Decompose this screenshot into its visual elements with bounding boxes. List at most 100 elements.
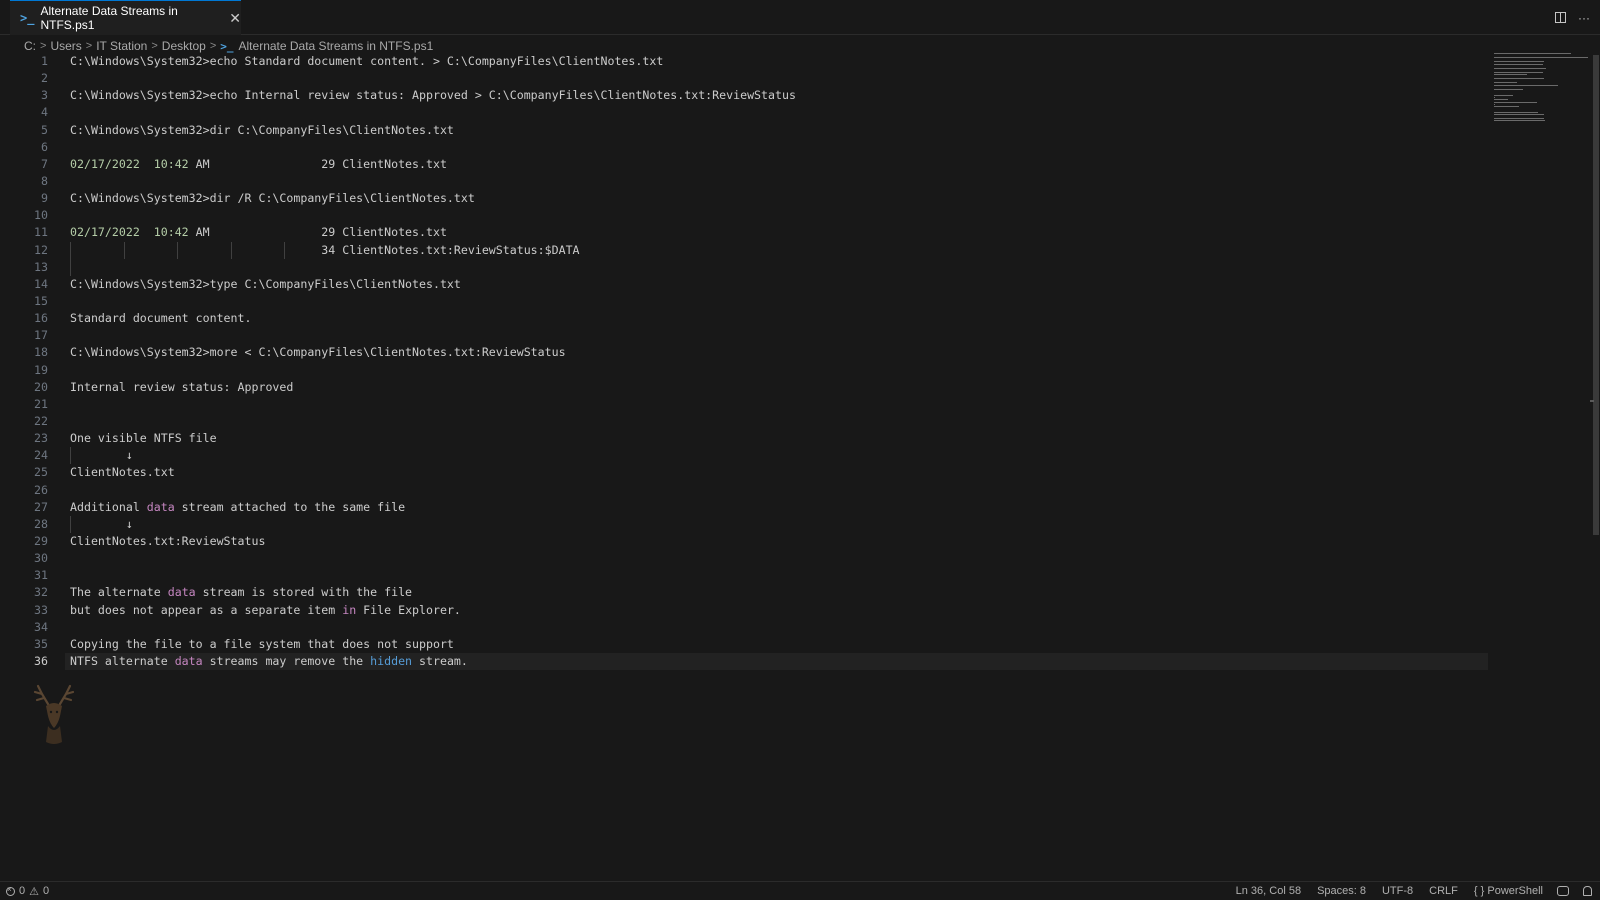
problems-indicator[interactable]: 0 ⚠ 0 xyxy=(6,882,49,900)
code-token: ↓ xyxy=(70,516,133,531)
code-line[interactable]: 19 xyxy=(0,362,1488,379)
code-line[interactable]: 6 xyxy=(0,139,1488,156)
line-number: 5 xyxy=(41,122,48,137)
code-token: C:\Windows\System32>more < C:\CompanyFil… xyxy=(70,345,566,360)
code-token: C:\Windows\System32>echo Internal review… xyxy=(70,88,796,103)
code-text: ClientNotes.txt:ReviewStatus xyxy=(70,533,265,550)
chevron-right-icon: > xyxy=(40,40,47,52)
code-line[interactable]: 14 C:\Windows\System32>type C:\CompanyFil… xyxy=(0,276,1488,293)
code-line[interactable]: 12 34 ClientNotes.txt:ReviewStatus:$DATA xyxy=(0,241,1488,259)
line-number: 20 xyxy=(34,379,48,394)
breadcrumb-desktop[interactable]: Desktop xyxy=(162,39,206,53)
line-number: 10 xyxy=(34,208,48,223)
code-line[interactable]: 7 02/17/2022 10:42 AM 29 ClientNotes.txt xyxy=(0,156,1488,173)
code-line[interactable]: 32 The alternate data stream is stored wi… xyxy=(0,584,1488,601)
code-token: Additional xyxy=(70,499,147,514)
code-line[interactable]: 26 xyxy=(0,482,1488,499)
breadcrumb-users[interactable]: Users xyxy=(50,39,81,53)
code-line[interactable]: 24 ↓ xyxy=(0,447,1488,465)
code-line[interactable]: 33 but does not appear as a separate item… xyxy=(0,602,1488,619)
code-editor[interactable]: 1 C:\Windows\System32>echo Standard docum… xyxy=(0,53,1488,671)
code-token: File Explorer. xyxy=(356,602,461,617)
code-token: AM 29 ClientNotes.txt xyxy=(188,156,447,171)
line-number: 24 xyxy=(34,448,48,463)
code-line[interactable]: 2 xyxy=(0,70,1488,87)
code-line[interactable]: 35 Copying the file to a file system that… xyxy=(0,636,1488,653)
code-line[interactable]: 22 xyxy=(0,413,1488,430)
breadcrumb-user[interactable]: IT Station xyxy=(96,39,147,53)
code-line[interactable]: 5 C:\Windows\System32>dir C:\CompanyFiles… xyxy=(0,122,1488,139)
minimap-line xyxy=(1494,113,1545,115)
status-bar: 0 ⚠ 0 Ln 36, Col 58 Spaces: 8 UTF-8 CRLF… xyxy=(0,881,1600,900)
code-line[interactable]: 30 xyxy=(0,550,1488,567)
more-actions-icon[interactable]: ··· xyxy=(1578,11,1590,25)
code-text: 34 ClientNotes.txt:ReviewStatus:$DATA xyxy=(70,242,579,259)
line-number: 31 xyxy=(34,568,48,583)
minimap-line xyxy=(1494,104,1495,106)
breadcrumb-file[interactable]: Alternate Data Streams in NTFS.ps1 xyxy=(239,39,434,53)
error-count: 0 xyxy=(19,885,26,897)
editor-tab[interactable]: >_ Alternate Data Streams in NTFS.ps1 ✕ xyxy=(10,0,241,35)
minimap[interactable] xyxy=(1494,53,1594,123)
minimap-line xyxy=(1494,77,1545,79)
code-text: ↓ xyxy=(70,516,133,533)
language-mode[interactable]: { } PowerShell xyxy=(1474,885,1543,897)
code-line[interactable]: 23 One visible NTFS file xyxy=(0,430,1488,447)
code-line[interactable]: 21 xyxy=(0,396,1488,413)
encoding[interactable]: UTF-8 xyxy=(1382,885,1413,897)
code-line[interactable]: 10 xyxy=(0,207,1488,224)
code-line[interactable]: 28 ↓ xyxy=(0,515,1488,533)
code-token: but does not appear as a separate item xyxy=(70,602,343,617)
minimap-line xyxy=(1494,89,1523,91)
line-number: 22 xyxy=(34,413,48,428)
code-line[interactable]: 15 xyxy=(0,293,1488,310)
line-number: 16 xyxy=(34,311,48,326)
vertical-scrollbar[interactable] xyxy=(1593,55,1599,535)
close-icon[interactable]: ✕ xyxy=(229,10,241,27)
code-line[interactable]: 17 xyxy=(0,327,1488,344)
copilot-icon[interactable] xyxy=(1557,886,1569,896)
code-line[interactable]: 3 C:\Windows\System32>echo Internal revie… xyxy=(0,87,1488,104)
code-line[interactable]: 18 C:\Windows\System32>more < C:\CompanyF… xyxy=(0,344,1488,361)
breadcrumb-drive[interactable]: C: xyxy=(24,39,36,53)
deer-logo-icon xyxy=(33,684,75,744)
line-number: 19 xyxy=(34,362,48,377)
code-text: One visible NTFS file xyxy=(70,430,217,447)
code-line[interactable]: 29 ClientNotes.txt:ReviewStatus xyxy=(0,533,1488,550)
code-line[interactable]: 1 C:\Windows\System32>echo Standard docum… xyxy=(0,53,1488,70)
code-line[interactable]: 11 02/17/2022 10:42 AM 29 ClientNotes.txt xyxy=(0,224,1488,241)
code-token: AM 29 ClientNotes.txt xyxy=(188,225,447,240)
code-token: One visible NTFS file xyxy=(70,431,217,446)
minimap-line xyxy=(1494,81,1518,83)
code-text: Copying the file to a file system that d… xyxy=(70,636,454,653)
minimap-line xyxy=(1494,94,1513,96)
end-of-line[interactable]: CRLF xyxy=(1429,885,1458,897)
code-line[interactable]: 13 xyxy=(0,258,1488,276)
bell-icon[interactable] xyxy=(1583,886,1592,896)
code-line[interactable]: 16 Standard document content. xyxy=(0,310,1488,327)
code-text: Additional data stream attached to the s… xyxy=(70,499,405,516)
cursor-position[interactable]: Ln 36, Col 58 xyxy=(1236,885,1301,897)
code-line[interactable]: 20 Internal review status: Approved xyxy=(0,379,1488,396)
split-editor-icon[interactable] xyxy=(1555,12,1566,23)
code-line[interactable]: 36 NTFS alternate data streams may remove… xyxy=(0,652,1488,671)
code-token: C:\Windows\System32>dir /R C:\CompanyFil… xyxy=(70,191,475,206)
line-number: 17 xyxy=(34,328,48,343)
code-line[interactable]: 8 xyxy=(0,173,1488,190)
indentation[interactable]: Spaces: 8 xyxy=(1317,885,1366,897)
powershell-icon: >_ xyxy=(220,39,234,53)
line-number: 3 xyxy=(41,88,48,103)
code-line[interactable]: 9 C:\Windows\System32>dir /R C:\CompanyFi… xyxy=(0,190,1488,207)
code-line[interactable]: 31 xyxy=(0,567,1488,584)
code-line[interactable]: 27 Additional data stream attached to the… xyxy=(0,499,1488,516)
minimap-line xyxy=(1494,53,1571,54)
code-line[interactable]: 4 xyxy=(0,104,1488,121)
code-line[interactable]: 25 ClientNotes.txt xyxy=(0,464,1488,481)
minimap-line xyxy=(1494,98,1508,100)
line-number: 18 xyxy=(34,345,48,360)
code-text: C:\Windows\System32>dir /R C:\CompanyFil… xyxy=(70,190,475,207)
code-text: C:\Windows\System32>dir C:\CompanyFiles\… xyxy=(70,122,454,139)
line-number: 21 xyxy=(34,396,48,411)
code-token: C:\Windows\System32>echo Standard docume… xyxy=(70,54,664,68)
code-line[interactable]: 34 xyxy=(0,619,1488,636)
